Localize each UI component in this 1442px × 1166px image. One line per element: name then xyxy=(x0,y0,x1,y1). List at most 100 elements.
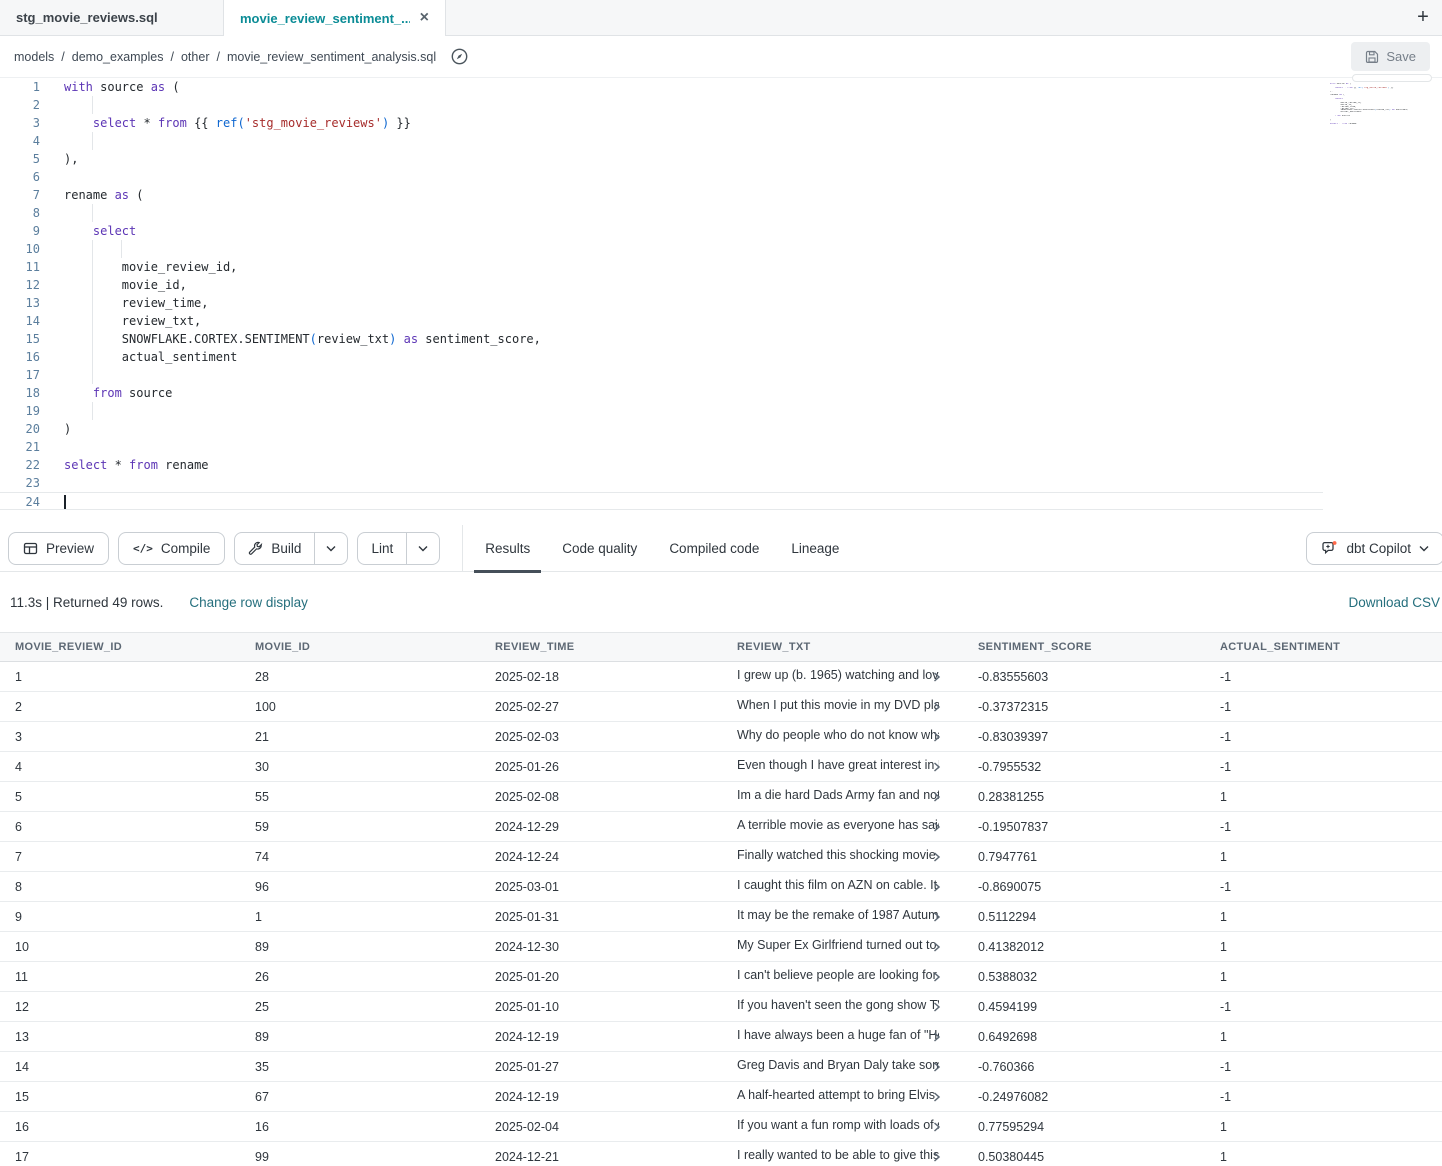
expand-row-icon[interactable] xyxy=(932,761,941,773)
tab-code-quality[interactable]: Code quality xyxy=(546,525,653,572)
table-row[interactable]: 13892024-12-19I have always been a huge … xyxy=(0,1022,1442,1052)
code-line[interactable]: 21 xyxy=(0,438,1442,456)
code-line[interactable]: 7rename as ( xyxy=(0,186,1442,204)
expand-row-icon[interactable] xyxy=(932,671,941,683)
cell-movie_review_id: 16 xyxy=(0,1120,240,1134)
table-row[interactable]: 4302025-01-26Even though I have great in… xyxy=(0,752,1442,782)
tab-movie-review-sentiment-analysis[interactable]: movie_review_sentiment_... × xyxy=(223,0,446,36)
close-tab-icon[interactable]: × xyxy=(420,10,429,26)
cell-actual_sentiment: -1 xyxy=(1205,820,1442,834)
expand-row-icon[interactable] xyxy=(932,1091,941,1103)
cell-movie_review_id: 17 xyxy=(0,1150,240,1164)
breadcrumb-segment[interactable]: demo_examples xyxy=(72,50,164,64)
breadcrumb-segment[interactable]: models xyxy=(14,50,54,64)
column-header-movie_review_id[interactable]: MOVIE_REVIEW_ID xyxy=(0,641,240,653)
compile-button[interactable]: </> Compile xyxy=(118,532,225,565)
code-line[interactable]: 5), xyxy=(0,150,1442,168)
cell-movie_id: 26 xyxy=(240,970,480,984)
cell-movie_id: 89 xyxy=(240,1030,480,1044)
lint-dropdown[interactable] xyxy=(406,533,439,564)
table-row[interactable]: 3212025-02-03Why do people who do not kn… xyxy=(0,722,1442,752)
column-header-actual_sentiment[interactable]: ACTUAL_SENTIMENT xyxy=(1205,641,1442,653)
code-line[interactable]: 13 review_time, xyxy=(0,294,1442,312)
code-text: ) xyxy=(64,420,71,438)
column-header-sentiment_score[interactable]: SENTIMENT_SCORE xyxy=(963,641,1205,653)
column-header-review_txt[interactable]: REVIEW_TXT xyxy=(722,641,963,653)
table-row[interactable]: 14352025-01-27Greg Davis and Bryan Daly … xyxy=(0,1052,1442,1082)
expand-row-icon[interactable] xyxy=(932,1031,941,1043)
preview-button[interactable]: Preview xyxy=(8,532,109,565)
code-line[interactable]: 17 xyxy=(0,366,1442,384)
expand-row-icon[interactable] xyxy=(932,941,941,953)
table-row[interactable]: 8962025-03-01I caught this film on AZN o… xyxy=(0,872,1442,902)
code-line[interactable]: 19 xyxy=(0,402,1442,420)
cell-review_time: 2025-01-31 xyxy=(480,910,722,924)
code-line[interactable]: 9 select xyxy=(0,222,1442,240)
table-row[interactable]: 15672024-12-19A half-hearted attempt to … xyxy=(0,1082,1442,1112)
table-row[interactable]: 5552025-02-08Im a die hard Dads Army fan… xyxy=(0,782,1442,812)
code-line[interactable]: 4 xyxy=(0,132,1442,150)
code-line[interactable]: 14 review_txt, xyxy=(0,312,1442,330)
code-line[interactable]: 16 actual_sentiment xyxy=(0,348,1442,366)
compile-label: Compile xyxy=(161,541,211,556)
build-button[interactable]: Build xyxy=(235,533,314,564)
tab-compiled-code[interactable]: Compiled code xyxy=(653,525,775,572)
code-line[interactable]: 12 movie_id, xyxy=(0,276,1442,294)
table-row[interactable]: 6592024-12-29A terrible movie as everyon… xyxy=(0,812,1442,842)
code-line[interactable]: 10 xyxy=(0,240,1442,258)
dbt-copilot-button[interactable]: dbt Copilot xyxy=(1306,532,1442,565)
column-header-movie_id[interactable]: MOVIE_ID xyxy=(240,641,480,653)
expand-row-icon[interactable] xyxy=(932,881,941,893)
code-line[interactable]: 2 xyxy=(0,96,1442,114)
expand-row-icon[interactable] xyxy=(932,1001,941,1013)
cell-movie_review_id: 1 xyxy=(0,670,240,684)
column-header-review_time[interactable]: REVIEW_TIME xyxy=(480,641,722,653)
change-row-display-link[interactable]: Change row display xyxy=(189,595,308,610)
code-editor[interactable]: with source as ( select * from {{ ref('s… xyxy=(0,78,1442,525)
expand-row-icon[interactable] xyxy=(932,791,941,803)
table-row[interactable]: 16162025-02-04If you want a fun romp wit… xyxy=(0,1112,1442,1142)
table-row[interactable]: 912025-01-31It may be the remake of 1987… xyxy=(0,902,1442,932)
expand-row-icon[interactable] xyxy=(932,1061,941,1073)
lint-button[interactable]: Lint xyxy=(358,533,406,564)
expand-row-icon[interactable] xyxy=(932,1151,941,1163)
expand-row-icon[interactable] xyxy=(932,821,941,833)
code-line[interactable]: 3 select * from {{ ref('stg_movie_review… xyxy=(0,114,1442,132)
code-line[interactable]: 24 xyxy=(0,492,1323,510)
expand-row-icon[interactable] xyxy=(932,701,941,713)
save-button[interactable]: Save xyxy=(1351,42,1430,71)
build-label: Build xyxy=(271,541,301,556)
code-line[interactable]: 8 xyxy=(0,204,1442,222)
code-line[interactable]: 20) xyxy=(0,420,1442,438)
code-line[interactable]: 15 SNOWFLAKE.CORTEX.SENTIMENT(review_txt… xyxy=(0,330,1442,348)
tab-lineage[interactable]: Lineage xyxy=(775,525,855,572)
table-row[interactable]: 11262025-01-20I can't believe people are… xyxy=(0,962,1442,992)
new-tab-button[interactable]: + xyxy=(1404,0,1442,35)
expand-row-icon[interactable] xyxy=(932,851,941,863)
cell-review_time: 2025-01-20 xyxy=(480,970,722,984)
table-row[interactable]: 7742024-12-24Finally watched this shocki… xyxy=(0,842,1442,872)
table-row[interactable]: 10892024-12-30My Super Ex Girlfriend tur… xyxy=(0,932,1442,962)
expand-row-icon[interactable] xyxy=(932,731,941,743)
table-row[interactable]: 1282025-02-18I grew up (b. 1965) watchin… xyxy=(0,662,1442,692)
compass-icon[interactable] xyxy=(451,48,468,65)
code-line[interactable]: 18 from source xyxy=(0,384,1442,402)
code-line[interactable]: 23 xyxy=(0,474,1442,492)
table-row[interactable]: 21002025-02-27When I put this movie in m… xyxy=(0,692,1442,722)
cell-review_txt: Finally watched this shocking movie la… xyxy=(722,848,963,865)
code-line[interactable]: 1with source as ( xyxy=(0,78,1442,96)
tab-results[interactable]: Results xyxy=(469,525,546,572)
code-line[interactable]: 6 xyxy=(0,168,1442,186)
table-row[interactable]: 17992024-12-21I really wanted to be able… xyxy=(0,1142,1442,1166)
table-row[interactable]: 12252025-01-10If you haven't seen the go… xyxy=(0,992,1442,1022)
build-dropdown[interactable] xyxy=(314,533,347,564)
expand-row-icon[interactable] xyxy=(932,1121,941,1133)
expand-row-icon[interactable] xyxy=(932,971,941,983)
code-line[interactable]: 11 movie_review_id, xyxy=(0,258,1442,276)
code-line[interactable]: 22select * from rename xyxy=(0,456,1442,474)
download-csv-link[interactable]: Download CSV xyxy=(1348,595,1440,610)
breadcrumb-segment[interactable]: other xyxy=(181,50,210,64)
line-number: 10 xyxy=(0,240,40,258)
expand-row-icon[interactable] xyxy=(932,911,941,923)
tab-stg-movie-reviews[interactable]: stg_movie_reviews.sql xyxy=(0,0,223,35)
